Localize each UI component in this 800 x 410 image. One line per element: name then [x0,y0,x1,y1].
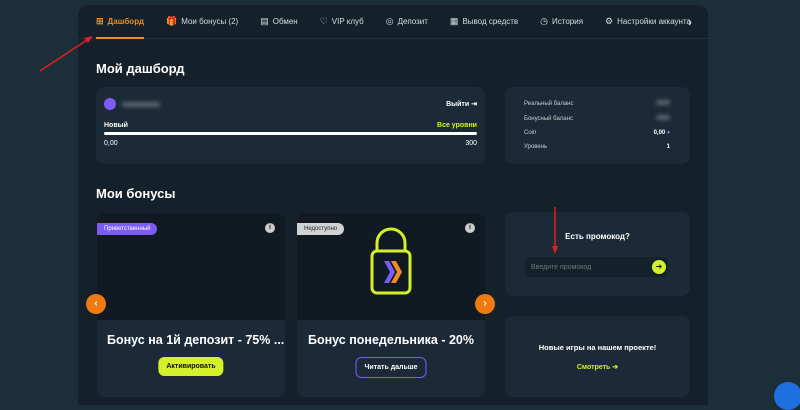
annotation-arrow [39,37,91,72]
annotation-arrows [39,36,558,254]
